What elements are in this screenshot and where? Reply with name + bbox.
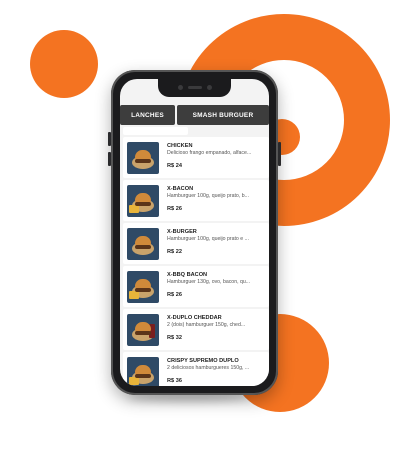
item-photo [127,357,159,386]
item-name: X-DUPLO CHEDDAR [167,315,222,321]
phone-frame: LANCHES SMASH BURGUER CHICKEN Delicioso … [108,70,281,395]
menu-item[interactable]: X-DUPLO CHEDDAR 2 (dois) hamburguer 150g… [123,309,269,350]
item-name: X-BBQ BACON [167,272,208,278]
item-price: R$ 32 [167,335,182,341]
item-price: R$ 22 [167,249,182,255]
item-photo [127,314,159,346]
camera-icon [178,85,183,90]
item-name: CHICKEN [167,143,193,149]
tab-lanches[interactable]: LANCHES [120,105,175,125]
item-name: X-BURGER [167,229,197,235]
previous-item-stub[interactable] [123,127,188,135]
item-description: Hamburguer 100g, queijo prato e ... [167,236,249,242]
menu-item[interactable]: CHICKEN Delicioso frango empanado, alfac… [123,137,269,178]
phone-notch [158,79,231,97]
item-price: R$ 24 [167,163,182,169]
item-description: 2 deliciosos hamburgueres 150g, ... [167,365,250,371]
item-name: X-BACON [167,186,194,192]
menu-item[interactable]: X-BACON Hamburguer 100g, queijo prato, b… [123,180,269,221]
phone-volume-up [108,132,111,146]
phone-volume-down [108,152,111,166]
item-description: Hamburguer 130g, ovo, bacon, qu... [167,279,251,285]
item-description: Delicioso frango empanado, alface... [167,150,252,156]
item-photo [127,142,159,174]
category-tabs: LANCHES SMASH BURGUER [120,105,269,125]
phone-power-button [278,142,281,166]
item-description: 2 (dois) hamburguer 150g, ched... [167,322,246,328]
item-description: Hamburguer 100g, queijo prato, b... [167,193,249,199]
menu-list: CHICKEN Delicioso frango empanado, alfac… [123,127,269,386]
item-name: CRISPY SUPREMO DUPLO [167,358,239,364]
menu-item[interactable]: X-BBQ BACON Hamburguer 130g, ovo, bacon,… [123,266,269,307]
item-photo [127,228,159,260]
item-price: R$ 36 [167,378,182,384]
item-price: R$ 26 [167,292,182,298]
phone-screen: LANCHES SMASH BURGUER CHICKEN Delicioso … [120,79,269,386]
decorative-circle-left [30,30,98,98]
sensor-icon [207,85,212,90]
menu-item[interactable]: CRISPY SUPREMO DUPLO 2 deliciosos hambur… [123,352,269,386]
menu-item[interactable]: X-BURGER Hamburguer 100g, queijo prato e… [123,223,269,264]
speaker-grille [188,86,202,89]
item-photo [127,185,159,217]
tab-smash-burguer[interactable]: SMASH BURGUER [177,105,269,125]
item-photo [127,271,159,303]
item-price: R$ 26 [167,206,182,212]
